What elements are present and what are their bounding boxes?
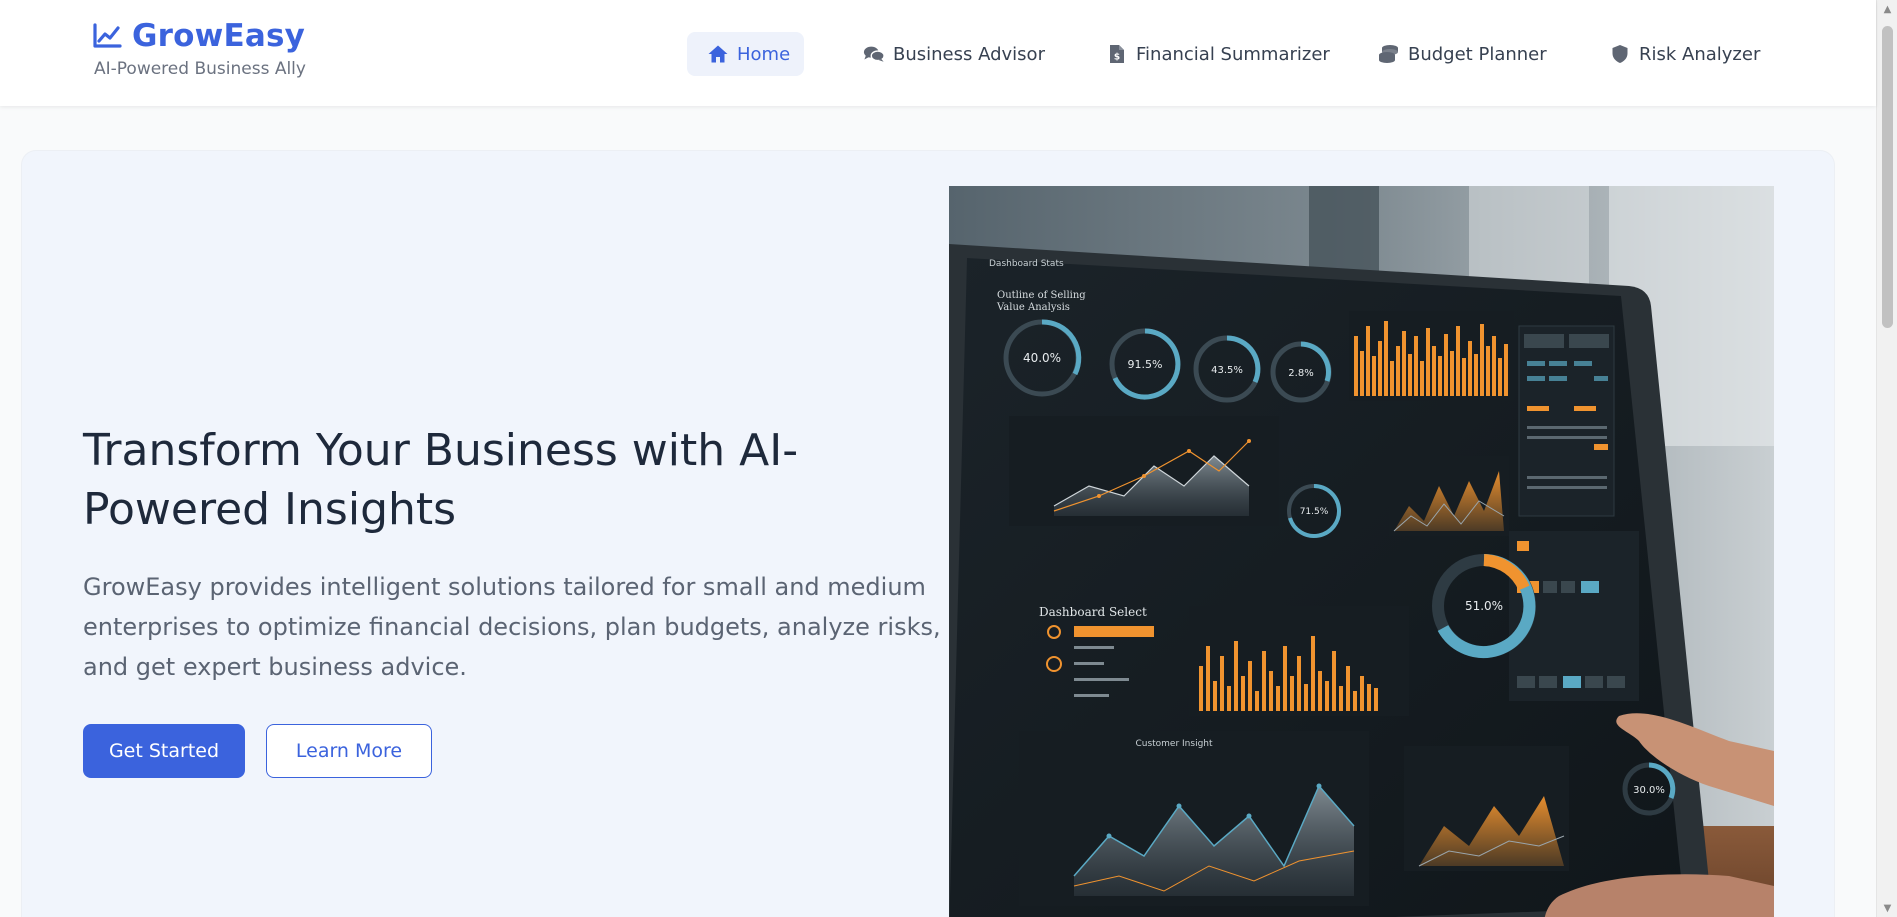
scroll-down-arrow-icon[interactable]: ▼ (1877, 899, 1897, 917)
scrollbar-thumb[interactable] (1882, 26, 1893, 328)
svg-text:2.8%: 2.8% (1288, 368, 1313, 379)
svg-text:71.5%: 71.5% (1300, 507, 1329, 517)
screen-header: Dashboard Stats (989, 259, 1064, 269)
brand-tagline: AI-Powered Business Ally (94, 59, 306, 79)
right-table-panel (1518, 325, 1615, 517)
coins-icon (1378, 43, 1400, 65)
svg-text:40.0%: 40.0% (1023, 351, 1061, 365)
svg-text:Value Analysis: Value Analysis (996, 302, 1070, 313)
bottom-line-chart: Customer Insight (1019, 731, 1369, 906)
dashboard-illustration: Dashboard Stats Outline of Selling Value… (949, 186, 1774, 917)
nav-item-label: Risk Analyzer (1639, 43, 1761, 65)
comments-icon (863, 43, 885, 65)
middle-area-chart (1009, 416, 1279, 526)
svg-text:Outline of Selling: Outline of Selling (997, 290, 1086, 301)
nav-item-label: Financial Summarizer (1136, 43, 1330, 65)
top-navbar: GrowEasy AI-Powered Business Ally Home B… (0, 0, 1876, 106)
orange-area-chart (1389, 456, 1509, 536)
shield-icon (1609, 43, 1631, 65)
svg-text:91.5%: 91.5% (1128, 358, 1163, 371)
hero-section: Transform Your Business with AI-Powered … (22, 151, 1834, 917)
get-started-button[interactable]: Get Started (83, 724, 245, 778)
svg-text:43.5%: 43.5% (1211, 365, 1243, 376)
nav-item-home[interactable]: Home (687, 32, 804, 76)
brand-row: GrowEasy (92, 18, 306, 54)
nav-item-label: Home (737, 43, 791, 65)
hero-title: Transform Your Business with AI-Powered … (83, 425, 799, 535)
brand[interactable]: GrowEasy AI-Powered Business Ally (92, 18, 306, 79)
svg-text:Customer Insight: Customer Insight (1135, 739, 1213, 749)
svg-text:51.0%: 51.0% (1465, 599, 1503, 613)
svg-text:$: $ (1114, 53, 1120, 63)
top-bar-chart (1349, 311, 1514, 401)
bottom-area-chart (1404, 746, 1569, 871)
scroll-up-arrow-icon[interactable]: ▲ (1877, 0, 1897, 18)
hero-dashboard-image: Dashboard Stats Outline of Selling Value… (949, 186, 1774, 917)
hero-description: GrowEasy provides intelligent solutions … (83, 573, 941, 681)
svg-text:30.0%: 30.0% (1633, 785, 1665, 796)
brand-name: GrowEasy (132, 18, 306, 54)
chart-line-icon (92, 23, 122, 49)
page: GrowEasy AI-Powered Business Ally Home B… (0, 0, 1897, 917)
nav-item-business-advisor[interactable]: Business Advisor (863, 32, 1045, 76)
svg-text:Dashboard Select: Dashboard Select (1039, 605, 1147, 619)
vertical-scrollbar[interactable]: ▲ ▼ (1876, 0, 1897, 917)
nav-item-financial-summarizer[interactable]: $ Financial Summarizer (1106, 32, 1330, 76)
learn-more-button[interactable]: Learn More (266, 724, 432, 778)
nav-item-label: Budget Planner (1408, 43, 1547, 65)
nav-item-risk-analyzer[interactable]: Risk Analyzer (1609, 32, 1760, 76)
nav-item-budget-planner[interactable]: Budget Planner (1378, 32, 1547, 76)
home-icon (707, 43, 729, 65)
file-invoice-icon: $ (1106, 43, 1128, 65)
bottom-bar-chart (1189, 606, 1409, 716)
nav-item-label: Business Advisor (893, 43, 1045, 65)
